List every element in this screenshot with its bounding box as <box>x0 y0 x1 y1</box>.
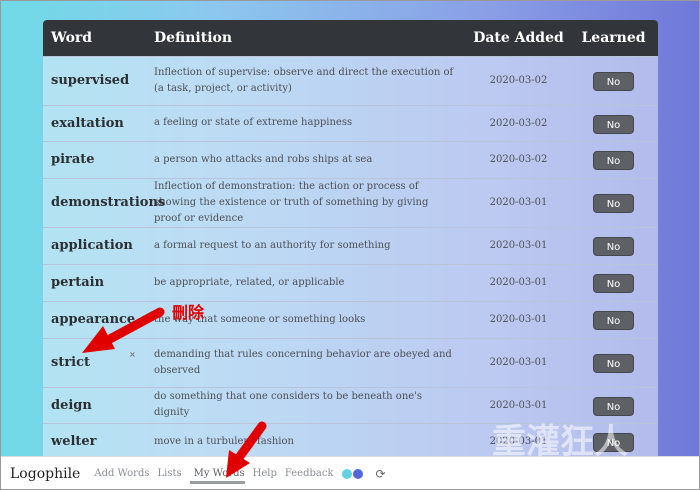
date-cell: 2020-03-01 <box>489 357 548 368</box>
watermark-url: http://briian.com <box>492 458 603 473</box>
date-cell: 2020-03-01 <box>489 277 548 288</box>
date-cell: 2020-03-01 <box>489 314 548 325</box>
word-cell: supervised <box>51 73 130 88</box>
learned-no-button[interactable]: No <box>593 194 634 213</box>
table-row: strict × demanding that rules concerning… <box>43 338 658 387</box>
learned-cell: No <box>569 56 658 105</box>
learned-cell: No <box>569 105 658 141</box>
refresh-icon[interactable]: ⟳ <box>376 467 386 481</box>
nav-help[interactable]: Help <box>253 468 277 479</box>
table-row: application a formal request to an autho… <box>43 227 658 264</box>
date-cell: 2020-03-01 <box>489 240 548 251</box>
nav-add-words[interactable]: Add Words <box>94 468 149 479</box>
words-table-card: Word Definition Date Added Learned super… <box>43 20 658 456</box>
word-text: strict <box>51 355 91 370</box>
word-cell: welter <box>51 434 97 450</box>
word-cell: pirate <box>51 152 95 167</box>
definition-cell: Inflection of demonstration: the action … <box>154 180 429 224</box>
definition-cell: demanding that rules concerning behavior… <box>154 348 452 376</box>
header-date-added[interactable]: Date Added <box>468 20 569 56</box>
learned-cell: No <box>569 301 658 338</box>
learned-no-button[interactable]: No <box>593 237 634 256</box>
definition-cell: a formal request to an authority for som… <box>154 239 391 251</box>
definition-cell: Inflection of supervise: observe and dir… <box>154 66 454 94</box>
nav-my-words[interactable]: My Words <box>189 468 245 484</box>
word-cell: application <box>51 238 133 253</box>
word-cell: appearance <box>51 312 136 327</box>
word-cell: demonstrations <box>51 195 166 210</box>
table-header-row: Word Definition Date Added Learned <box>43 20 658 56</box>
nav-lists[interactable]: Lists <box>157 468 181 479</box>
word-cell: exaltation <box>51 115 124 131</box>
table-row: supervised Inflection of supervise: obse… <box>43 56 658 105</box>
delete-callout-label: 刪除 <box>172 303 205 322</box>
definition-cell: a feeling or state of extreme happiness <box>154 117 353 128</box>
learned-no-button[interactable]: No <box>593 274 634 293</box>
app-brand[interactable]: Logophile <box>10 466 80 482</box>
learned-cell: No <box>569 178 658 227</box>
date-cell: 2020-03-02 <box>489 154 548 165</box>
table-row: pertain be appropriate, related, or appl… <box>43 264 658 301</box>
header-learned[interactable]: Learned <box>569 20 658 56</box>
table-row: demonstrations Inflection of demonstrati… <box>43 178 658 227</box>
learned-cell: No <box>569 338 658 387</box>
date-cell: 2020-03-01 <box>489 197 548 208</box>
definition-cell: move in a turbulent fashion <box>154 435 294 447</box>
learned-cell: No <box>569 264 658 301</box>
learned-cell: No <box>569 141 658 178</box>
learned-no-button[interactable]: No <box>593 396 634 416</box>
learned-no-button[interactable]: No <box>593 311 634 330</box>
learned-no-button[interactable]: No <box>593 72 634 91</box>
header-definition[interactable]: Definition <box>146 20 468 56</box>
learned-no-button[interactable]: No <box>593 151 634 170</box>
nav-feedback[interactable]: Feedback <box>285 468 334 479</box>
words-table: Word Definition Date Added Learned super… <box>43 20 658 456</box>
learned-no-button[interactable]: No <box>593 354 634 373</box>
word-cell: deign <box>51 397 92 413</box>
definition-cell: a person who attacks and robs ships at s… <box>154 153 373 165</box>
header-word[interactable]: Word <box>43 20 146 56</box>
definition-cell: do something that one considers to be be… <box>154 391 423 418</box>
watermark-title: 重灌狂人 <box>492 422 628 462</box>
theme-color-dot-cyan[interactable] <box>341 468 352 479</box>
table-row: pirate a person who attacks and robs shi… <box>43 141 658 178</box>
delete-word-icon[interactable]: × <box>129 350 136 359</box>
definition-cell: be appropriate, related, or applicable <box>154 276 345 288</box>
learned-cell: No <box>569 227 658 264</box>
table-row: appearance the way that someone or somet… <box>43 301 658 338</box>
word-cell: strict × <box>43 338 146 387</box>
date-cell: 2020-03-02 <box>489 75 548 86</box>
learned-no-button[interactable]: No <box>593 114 634 134</box>
word-cell: pertain <box>51 275 105 290</box>
date-cell: 2020-03-02 <box>489 117 548 129</box>
theme-color-dot-blue[interactable] <box>352 468 363 479</box>
table-row: exaltation a feeling or state of extreme… <box>43 105 658 141</box>
